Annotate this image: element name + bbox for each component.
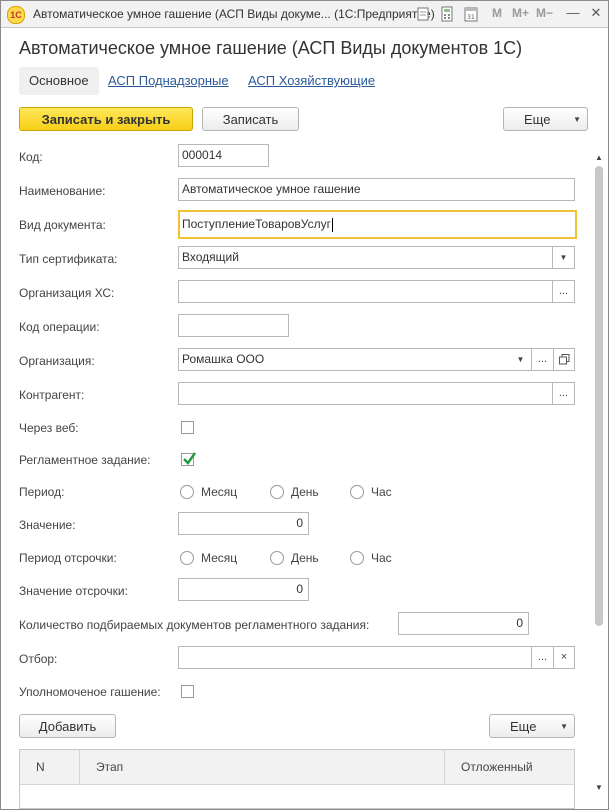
- cert-type-label: Тип сертификата:: [19, 252, 118, 266]
- period-day-label: День: [291, 485, 319, 499]
- filter-select-button[interactable]: ...: [531, 646, 554, 669]
- period-radio-month[interactable]: [180, 485, 194, 499]
- org-open-button[interactable]: [553, 348, 575, 371]
- delay-radio-month[interactable]: [180, 551, 194, 565]
- page-title: Автоматическое умное гашение (АСП Виды д…: [19, 38, 523, 58]
- ellipsis-icon: ...: [558, 285, 569, 297]
- delay-month-label: Месяц: [201, 551, 238, 565]
- scroll-up-icon[interactable]: ▲: [593, 153, 605, 163]
- memory-plus-icon[interactable]: M+: [512, 6, 529, 20]
- cert-type-dropdown-button[interactable]: ▼: [552, 246, 575, 269]
- period-radio-day[interactable]: [270, 485, 284, 499]
- form-scrollbar[interactable]: ▲ ▼: [593, 153, 605, 799]
- more-label: Еще: [524, 112, 551, 127]
- document-icon[interactable]: [415, 6, 431, 22]
- chevron-down-icon: ▼: [559, 253, 568, 262]
- svg-text:31: 31: [467, 14, 475, 21]
- cert-type-select[interactable]: Входящий: [178, 246, 553, 269]
- org-dropdown-button[interactable]: ▼: [510, 348, 532, 371]
- chevron-down-icon: ▼: [516, 355, 525, 364]
- period-hour-label: Час: [371, 485, 392, 499]
- memory-icon[interactable]: M: [492, 6, 502, 20]
- column-header-n[interactable]: N: [20, 750, 80, 784]
- delay-value-field[interactable]: 0: [178, 578, 309, 601]
- title-bar: 1С Автоматическое умное гашение (АСП Вид…: [1, 1, 608, 28]
- table-more-label: Еще: [510, 719, 537, 734]
- delay-radio-hour[interactable]: [350, 551, 364, 565]
- tab-main[interactable]: Основное: [19, 67, 99, 95]
- code-label: Код:: [19, 150, 43, 164]
- via-web-checkbox[interactable]: [181, 421, 194, 434]
- column-header-deferred[interactable]: Отложенный: [445, 750, 574, 784]
- authorized-label: Уполномоченое гашение:: [19, 685, 161, 699]
- op-code-label: Код операции:: [19, 320, 100, 334]
- doc-type-label: Вид документа:: [19, 218, 106, 232]
- calendar-icon[interactable]: 31: [463, 6, 479, 22]
- doc-type-value: ПоступлениеТоваровУслуг: [182, 217, 332, 231]
- tab-supervised[interactable]: АСП Поднадзорные: [108, 67, 229, 95]
- scheduled-label: Регламентное задание:: [19, 453, 151, 467]
- clear-icon: ×: [560, 651, 568, 663]
- filter-label: Отбор:: [19, 652, 58, 666]
- org-field[interactable]: Ромашка ООО: [178, 348, 511, 371]
- app-logo-icon: 1С: [7, 6, 25, 24]
- org-label: Организация:: [19, 354, 95, 368]
- via-web-label: Через веб:: [19, 421, 79, 435]
- memory-minus-icon[interactable]: M−: [536, 6, 553, 20]
- filter-field[interactable]: [178, 646, 532, 669]
- counterparty-label: Контрагент:: [19, 388, 85, 402]
- check-icon: [183, 452, 196, 465]
- chevron-down-icon: ▼: [573, 115, 581, 124]
- period-radio-hour[interactable]: [350, 485, 364, 499]
- counterparty-select-button[interactable]: ...: [552, 382, 575, 405]
- delay-radio-day[interactable]: [270, 551, 284, 565]
- table-more-button[interactable]: Еще ▼: [489, 714, 575, 738]
- counterparty-field[interactable]: [178, 382, 553, 405]
- open-icon: [558, 354, 569, 365]
- org-select-button[interactable]: ...: [531, 348, 554, 371]
- save-button[interactable]: Записать: [202, 107, 299, 131]
- docs-count-field[interactable]: 0: [398, 612, 529, 635]
- delay-period-label: Период отсрочки:: [19, 551, 117, 565]
- delay-day-label: День: [291, 551, 319, 565]
- more-button[interactable]: Еще ▼: [503, 107, 588, 131]
- org-hs-label: Организация ХС:: [19, 286, 115, 300]
- doc-type-field[interactable]: ПоступлениеТоваровУслуг: [178, 210, 577, 239]
- value-label: Значение:: [19, 518, 76, 532]
- table-header: N Этап Отложенный: [20, 750, 574, 785]
- chevron-down-icon: ▼: [560, 722, 568, 731]
- op-code-field[interactable]: [178, 314, 289, 337]
- org-hs-select-button[interactable]: ...: [552, 280, 575, 303]
- delay-hour-label: Час: [371, 551, 392, 565]
- filter-clear-button[interactable]: ×: [553, 646, 575, 669]
- scrollbar-thumb[interactable]: [595, 166, 603, 626]
- org-hs-field[interactable]: [178, 280, 553, 303]
- window-title: Автоматическое умное гашение (АСП Виды д…: [33, 7, 435, 21]
- period-month-label: Месяц: [201, 485, 238, 499]
- ellipsis-icon: ...: [537, 651, 548, 663]
- name-label: Наименование:: [19, 184, 106, 198]
- calculator-icon[interactable]: [439, 6, 455, 22]
- tab-economic[interactable]: АСП Хозяйствующие: [248, 67, 375, 95]
- minimize-icon[interactable]: —: [565, 5, 581, 21]
- form-window: 1С Автоматическое умное гашение (АСП Вид…: [0, 0, 609, 810]
- authorized-checkbox[interactable]: [181, 685, 194, 698]
- scheduled-checkbox[interactable]: [181, 452, 196, 466]
- code-field[interactable]: 000014: [178, 144, 269, 167]
- value-field[interactable]: 0: [178, 512, 309, 535]
- scroll-down-icon[interactable]: ▼: [593, 783, 605, 793]
- stages-table[interactable]: N Этап Отложенный: [19, 749, 575, 809]
- docs-count-label: Количество подбираемых документов реглам…: [19, 618, 370, 632]
- close-icon[interactable]: ✕: [588, 5, 604, 21]
- save-and-close-button[interactable]: Записать и закрыть: [19, 107, 193, 131]
- ellipsis-icon: ...: [558, 387, 569, 399]
- text-cursor: [332, 217, 334, 232]
- name-field[interactable]: Автоматическое умное гашение: [178, 178, 575, 201]
- column-header-stage[interactable]: Этап: [80, 750, 445, 784]
- delay-value-label: Значение отсрочки:: [19, 584, 128, 598]
- ellipsis-icon: ...: [537, 353, 548, 365]
- period-label: Период:: [19, 485, 65, 499]
- add-button[interactable]: Добавить: [19, 714, 116, 738]
